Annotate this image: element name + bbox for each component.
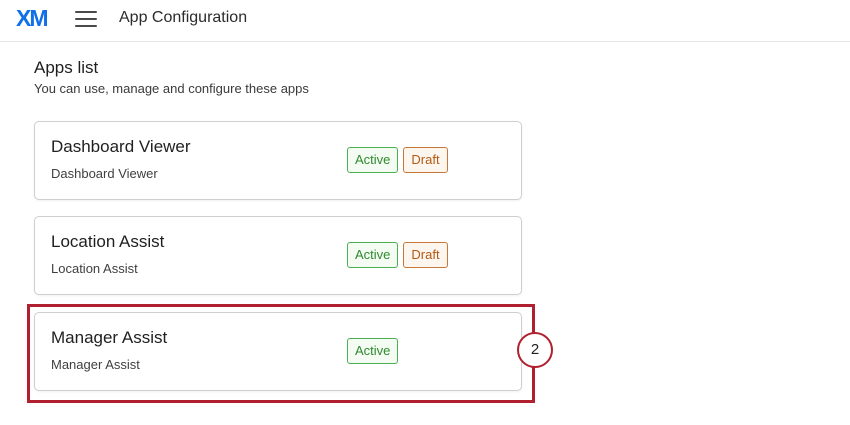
- page-title: App Configuration: [119, 9, 248, 26]
- status-badge-draft: Draft: [403, 242, 448, 268]
- app-description: Manager Assist: [51, 357, 140, 372]
- status-badge-active: Active: [347, 338, 399, 364]
- step-number-marker: 2: [517, 332, 553, 368]
- apps-list-subtitle: You can use, manage and configure these …: [34, 81, 309, 96]
- apps-list-title: Apps list: [34, 58, 99, 77]
- app-card-dashboard-viewer[interactable]: Dashboard Viewer Dashboard Viewer Active…: [34, 121, 522, 200]
- status-badge-active: Active: [347, 147, 399, 173]
- app-name: Location Assist: [51, 232, 165, 251]
- status-badges: Active: [347, 338, 399, 364]
- app-description: Dashboard Viewer: [51, 166, 158, 181]
- hamburger-menu-icon[interactable]: [75, 11, 97, 27]
- xm-logo[interactable]: XM: [16, 6, 48, 30]
- app-name: Dashboard Viewer: [51, 137, 191, 156]
- app-card-manager-assist[interactable]: Manager Assist Manager Assist Active: [34, 312, 522, 391]
- status-badge-draft: Draft: [403, 147, 448, 173]
- app-description: Location Assist: [51, 261, 138, 276]
- status-badge-active: Active: [347, 242, 399, 268]
- top-bar: XM App Configuration: [0, 0, 850, 42]
- status-badges: Active Draft: [347, 242, 448, 268]
- status-badges: Active Draft: [347, 147, 448, 173]
- app-card-location-assist[interactable]: Location Assist Location Assist Active D…: [34, 216, 522, 295]
- app-name: Manager Assist: [51, 328, 168, 347]
